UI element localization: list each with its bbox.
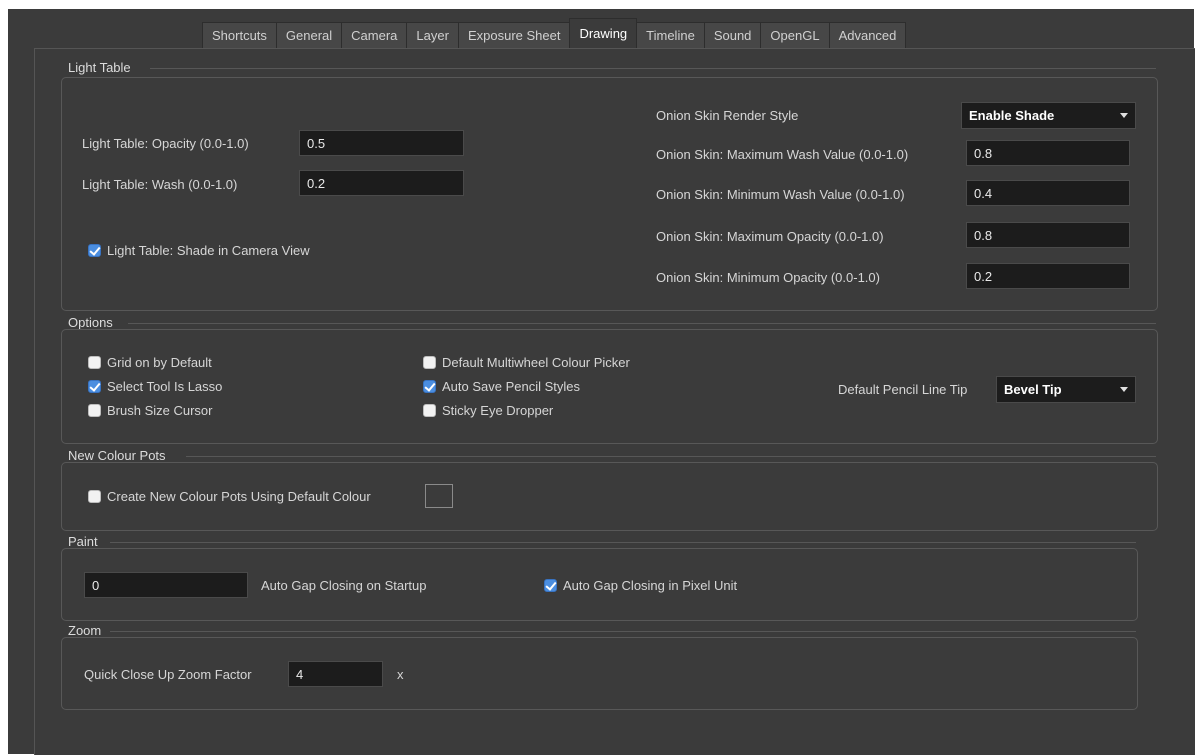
create-colour-pots-checkbox[interactable]: Create New Colour Pots Using Default Col… (88, 489, 371, 504)
default-pencil-line-tip-select[interactable]: Bevel Tip (996, 376, 1136, 403)
onion-max-wash-input[interactable]: 0.8 (966, 140, 1130, 166)
options-group-line (128, 323, 1156, 324)
zoom-group-title: Zoom (68, 623, 102, 638)
sticky-eye-dropper-label: Sticky Eye Dropper (442, 403, 554, 418)
tab-sound[interactable]: Sound (703, 22, 762, 48)
checkbox-unchecked-icon (423, 404, 436, 417)
light-table-opacity-label: Light Table: Opacity (0.0-1.0) (82, 136, 249, 151)
tab-advanced[interactable]: Advanced (828, 22, 907, 48)
default-pencil-line-tip-value: Bevel Tip (1004, 382, 1062, 397)
auto-save-pencil-styles-checkbox[interactable]: Auto Save Pencil Styles (423, 379, 580, 394)
tab-exposure-sheet[interactable]: Exposure Sheet (457, 22, 571, 48)
light-table-wash-input[interactable]: 0.2 (299, 170, 464, 196)
onion-max-opacity-input[interactable]: 0.8 (966, 222, 1130, 248)
checkbox-checked-icon (88, 380, 101, 393)
tab-timeline[interactable]: Timeline (636, 22, 705, 48)
multiwheel-colour-picker-label: Default Multiwheel Colour Picker (442, 355, 630, 370)
gap-closing-pixel-unit-checkbox[interactable]: Auto Gap Closing in Pixel Unit (544, 578, 737, 593)
shade-in-camera-view-checkbox[interactable]: Light Table: Shade in Camera View (88, 243, 310, 258)
chevron-down-icon (1120, 387, 1128, 392)
colour-pots-group-title: New Colour Pots (68, 448, 166, 463)
colour-pots-group-line (186, 456, 1156, 457)
onion-skin-render-style-select[interactable]: Enable Shade (961, 102, 1136, 129)
options-group-title: Options (68, 315, 113, 330)
tab-layer[interactable]: Layer (406, 22, 459, 48)
tab-camera[interactable]: Camera (341, 22, 408, 48)
select-tool-is-lasso-label: Select Tool Is Lasso (107, 379, 223, 394)
tab-opengl[interactable]: OpenGL (760, 22, 830, 48)
onion-skin-render-style-label: Onion Skin Render Style (656, 108, 799, 123)
tab-general[interactable]: General (275, 22, 343, 48)
checkbox-unchecked-icon (88, 490, 101, 503)
light-table-opacity-input[interactable]: 0.5 (299, 130, 464, 156)
grid-on-by-default-checkbox[interactable]: Grid on by Default (88, 355, 212, 370)
shade-in-camera-view-label: Light Table: Shade in Camera View (107, 243, 310, 258)
checkbox-checked-icon (423, 380, 436, 393)
zoom-unit-label: x (397, 667, 404, 682)
checkbox-unchecked-icon (423, 356, 436, 369)
checkbox-unchecked-icon (88, 356, 101, 369)
options-groupbox (61, 329, 1158, 444)
paint-group-title: Paint (68, 534, 98, 549)
light-table-group-title: Light Table (68, 60, 131, 75)
auto-gap-closing-label: Auto Gap Closing on Startup (261, 578, 427, 593)
onion-min-opacity-input[interactable]: 0.2 (966, 263, 1130, 289)
checkbox-unchecked-icon (88, 404, 101, 417)
brush-size-cursor-label: Brush Size Cursor (107, 403, 213, 418)
checkbox-checked-icon (544, 579, 557, 592)
brush-size-cursor-checkbox[interactable]: Brush Size Cursor (88, 403, 212, 418)
onion-skin-render-style-value: Enable Shade (969, 108, 1055, 123)
checkbox-checked-icon (88, 244, 101, 257)
light-table-wash-label: Light Table: Wash (0.0-1.0) (82, 177, 238, 192)
gap-closing-pixel-unit-label: Auto Gap Closing in Pixel Unit (563, 578, 738, 593)
onion-max-wash-label: Onion Skin: Maximum Wash Value (0.0-1.0) (656, 147, 909, 162)
auto-save-pencil-styles-label: Auto Save Pencil Styles (442, 379, 581, 394)
zoom-factor-label: Quick Close Up Zoom Factor (84, 667, 252, 682)
create-colour-pots-label: Create New Colour Pots Using Default Col… (107, 489, 371, 504)
onion-min-wash-input[interactable]: 0.4 (966, 180, 1130, 206)
light-table-group-line (150, 68, 1156, 69)
onion-min-wash-label: Onion Skin: Minimum Wash Value (0.0-1.0) (656, 187, 905, 202)
multiwheel-colour-picker-checkbox[interactable]: Default Multiwheel Colour Picker (423, 355, 630, 370)
default-pencil-line-tip-label: Default Pencil Line Tip (838, 382, 968, 397)
grid-on-by-default-label: Grid on by Default (107, 355, 212, 370)
zoom-group-line (110, 631, 1136, 632)
zoom-factor-input[interactable]: 4 (288, 661, 383, 687)
tab-shortcuts[interactable]: Shortcuts (202, 22, 277, 48)
onion-max-opacity-label: Onion Skin: Maximum Opacity (0.0-1.0) (656, 229, 884, 244)
chevron-down-icon (1120, 113, 1128, 118)
onion-min-opacity-label: Onion Skin: Minimum Opacity (0.0-1.0) (656, 270, 880, 285)
select-tool-is-lasso-checkbox[interactable]: Select Tool Is Lasso (88, 379, 222, 394)
paint-group-line (110, 542, 1136, 543)
tab-drawing[interactable]: Drawing (569, 18, 638, 48)
default-colour-swatch[interactable] (425, 484, 453, 508)
tab-bar: Shortcuts General Camera Layer Exposure … (202, 18, 907, 48)
sticky-eye-dropper-checkbox[interactable]: Sticky Eye Dropper (423, 403, 553, 418)
auto-gap-closing-input[interactable]: 0 (84, 572, 248, 598)
